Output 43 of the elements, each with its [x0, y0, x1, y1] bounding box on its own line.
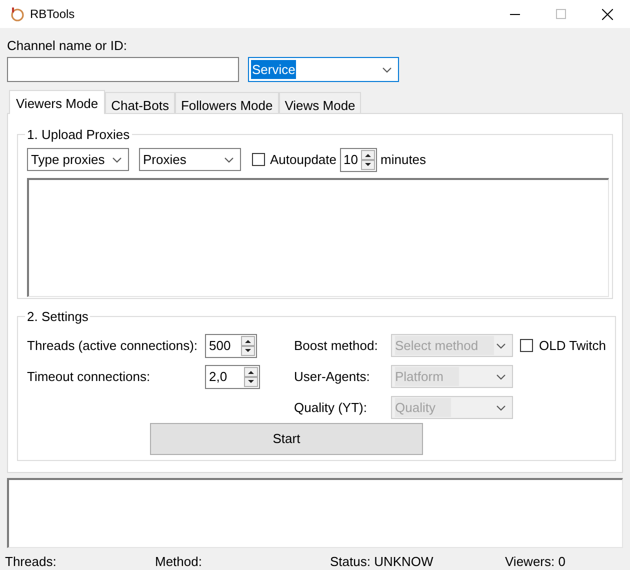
field-label: Boost method: [294, 336, 379, 355]
status-text: Status: UNKNOW [330, 553, 434, 570]
unit-label: minutes [380, 150, 426, 169]
window-title: RBTools [30, 6, 75, 23]
status-text: Method: [155, 553, 203, 570]
service-dropdown[interactable]: Service [248, 57, 399, 82]
checkbox-label: Autoupdate [270, 150, 337, 169]
number-spinner[interactable]: 2,0 [205, 364, 260, 388]
tab[interactable]: Viewers Mode [9, 90, 106, 114]
start-button[interactable]: Start [150, 422, 423, 454]
group-title: 2. Settings [26, 308, 90, 326]
log-textarea[interactable] [7, 478, 623, 548]
tab[interactable]: Chat-Bots [105, 92, 175, 113]
up-down-arrows-icon [360, 150, 375, 170]
dropdown[interactable]: Proxies [139, 148, 241, 171]
tab[interactable]: Views Mode [278, 92, 362, 113]
channel-input-field[interactable] [7, 57, 239, 82]
field-label: Threads (active connections): [27, 336, 199, 355]
chevron-down-icon [224, 156, 234, 162]
chevron-down-icon [496, 404, 506, 410]
status-text: Viewers: 0 [505, 553, 566, 570]
dropdown[interactable]: Type proxies [27, 148, 129, 171]
up-down-arrows-icon [244, 366, 258, 386]
checkbox[interactable] [252, 153, 265, 166]
field-label: Quality (YT): [294, 398, 368, 417]
number-spinner[interactable]: 10 [340, 148, 377, 172]
checkbox[interactable] [520, 339, 533, 352]
tab[interactable]: Followers Mode [174, 92, 279, 113]
proxy-list-textarea[interactable] [27, 178, 609, 296]
group-title: 1. Upload Proxies [26, 126, 131, 144]
chevron-down-icon [382, 66, 392, 72]
field-label: User-Agents: [294, 368, 371, 386]
field-label: Channel name or ID: [7, 38, 127, 54]
status-text: Threads: [5, 553, 58, 570]
app-logo-icon [9, 6, 25, 22]
number-spinner[interactable]: 500 [205, 334, 257, 358]
chevron-down-icon [112, 156, 122, 162]
field-label: Timeout connections: [27, 368, 152, 386]
checkbox-label: OLD Twitch [539, 336, 606, 355]
up-down-arrows-icon [241, 336, 255, 356]
chevron-down-icon [496, 374, 506, 380]
chevron-down-icon [496, 342, 506, 348]
close-icon[interactable] [602, 8, 612, 20]
